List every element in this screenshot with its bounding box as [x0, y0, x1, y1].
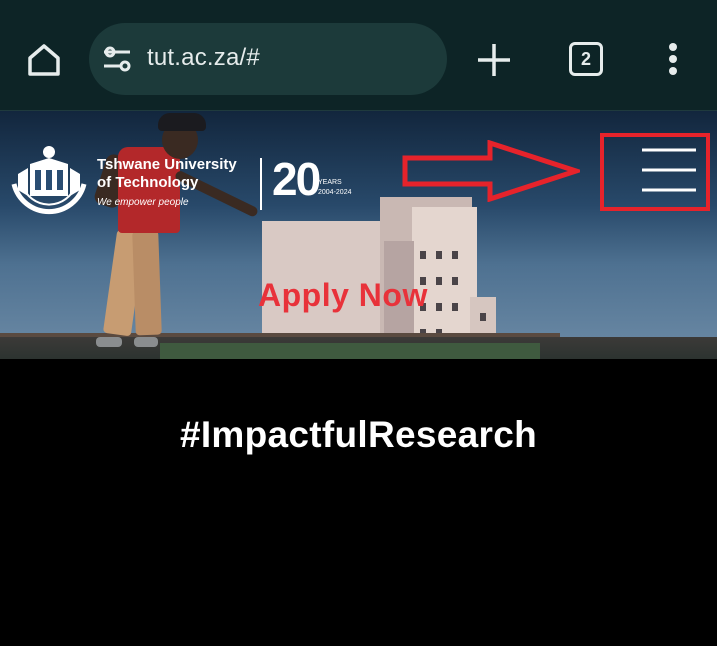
logo-name: Tshwane University of Technology: [97, 156, 237, 191]
url-text[interactable]: tut.ac.za/#: [147, 44, 260, 72]
apply-now-link[interactable]: Apply Now: [258, 277, 428, 314]
page-headline: #ImpactfulResearch: [179, 414, 538, 455]
tab-count: 2: [580, 48, 591, 69]
university-logo[interactable]: Tshwane University of Technology We empo…: [8, 144, 368, 220]
logo-tagline: We empower people: [97, 197, 189, 208]
anniversary-number: 20: [272, 153, 321, 205]
hero-banner: Tshwane University of Technology We empo…: [0, 111, 717, 359]
plus-icon[interactable]: [474, 40, 514, 80]
home-icon: [28, 44, 60, 76]
address-bar[interactable]: tut.ac.za/#: [89, 23, 447, 95]
anniversary-label: YEARS: [318, 179, 342, 186]
right-arrow-icon: [402, 140, 580, 202]
tune-icon[interactable]: [102, 45, 132, 73]
hamburger-menu-button[interactable]: [600, 133, 710, 211]
background-container: [160, 343, 540, 359]
vertical-dots-icon[interactable]: [658, 40, 688, 80]
anniversary-range: 2004-2024: [318, 189, 352, 196]
home-button[interactable]: [22, 38, 66, 82]
browser-toolbar: tut.ac.za/# 2: [0, 0, 717, 111]
tut-emblem-icon: [11, 146, 87, 215]
logo-divider: [260, 158, 262, 210]
hamburger-menu-icon: [642, 148, 696, 192]
tab-switcher-button[interactable]: 2: [569, 42, 603, 76]
